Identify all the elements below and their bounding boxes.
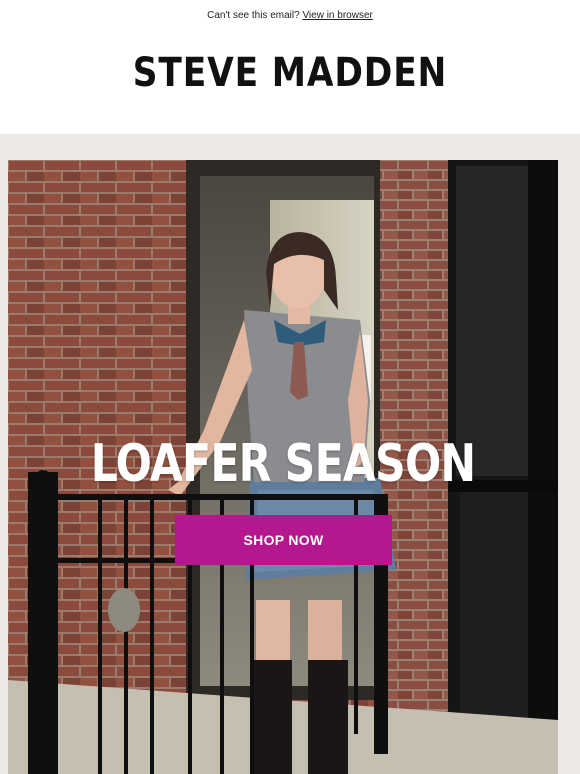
brand-logo[interactable]: STEVE MADDEN <box>41 50 540 96</box>
shop-now-button[interactable]: SHOP NOW <box>175 515 392 565</box>
hero-headline: LOAFER SEASON <box>90 434 476 494</box>
preheader-text: Can't see this email? <box>207 10 300 21</box>
hero-banner: LOAFER SEASON SHOP NOW <box>0 134 580 774</box>
preheader: Can't see this email? View in browser <box>0 10 580 21</box>
view-in-browser-link[interactable]: View in browser <box>302 10 372 21</box>
